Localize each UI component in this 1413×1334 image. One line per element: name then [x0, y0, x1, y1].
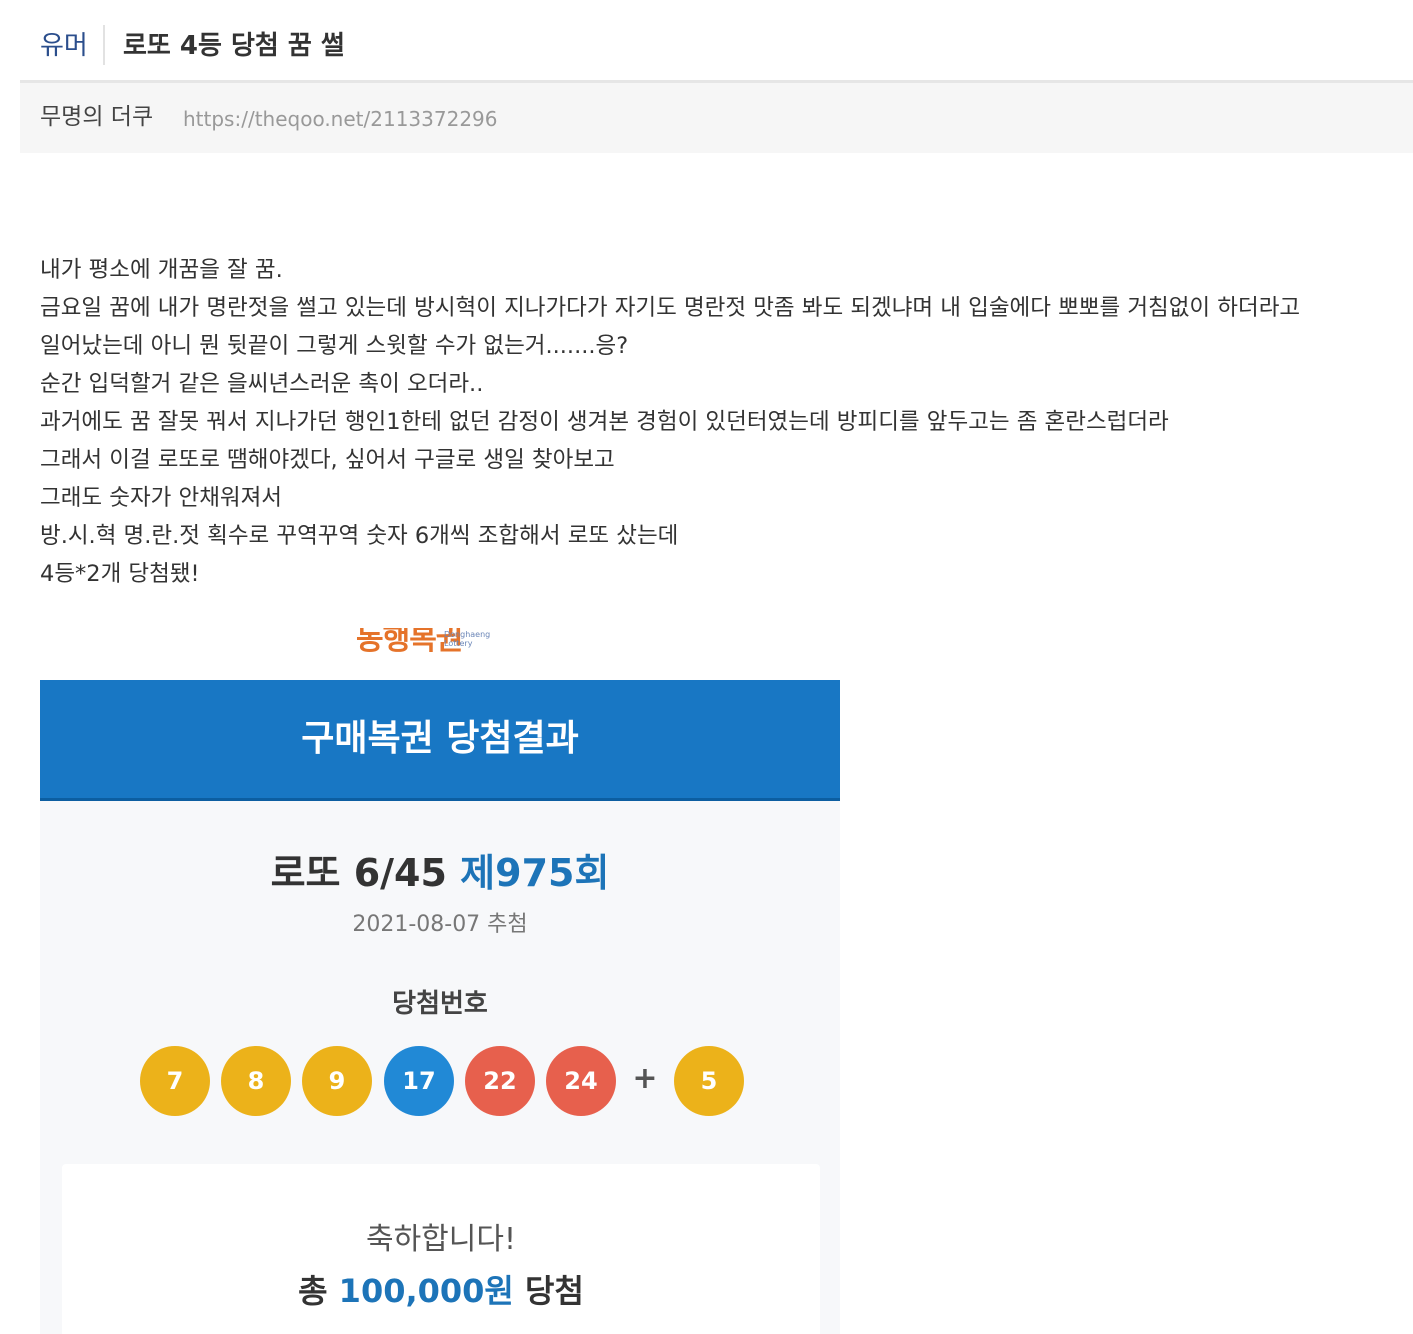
- post-meta: 무명의 더쿠 https://theqoo.net/2113372296: [20, 83, 1413, 153]
- total-prize: 총 100,000원 당첨: [62, 1266, 820, 1312]
- number-ball: 17: [384, 1046, 454, 1116]
- body-line: 금요일 꿈에 내가 명란젓을 썰고 있는데 방시혁이 지나가다가 자기도 명란젓…: [40, 295, 1301, 321]
- post-body: 내가 평소에 개꿈을 잘 꿈. 금요일 꿈에 내가 명란젓을 썰고 있는데 방시…: [40, 251, 1413, 593]
- lotto-result-image: 동행복권 Donghaeng Lottery 구매복권 당첨결과 로또 6/45…: [40, 628, 840, 1334]
- winning-numbers-label: 당첨번호: [392, 989, 488, 1019]
- body-line: 방.시.혁 명.란.젓 획수로 꾸역꾸역 숫자 6개씩 조합해서 로또 샀는데: [40, 523, 679, 549]
- category-link[interactable]: 유머: [40, 26, 88, 66]
- body-line: 그래서 이걸 로또로 땜해야겠다, 싶어서 구글로 생일 찾아보고: [40, 447, 615, 473]
- number-ball: 8: [221, 1046, 291, 1116]
- bonus-ball: 5: [674, 1046, 744, 1116]
- number-ball: 9: [302, 1046, 372, 1116]
- draw-title: 로또 6/45 제975회: [40, 842, 840, 897]
- author-name: 무명의 더쿠: [40, 104, 154, 130]
- body-line: 그래도 숫자가 안채워져서: [40, 485, 283, 511]
- total-prefix: 총: [298, 1272, 328, 1310]
- banner-title: 구매복권 당첨결과: [301, 718, 579, 759]
- body-line: 내가 평소에 개꿈을 잘 꿈.: [40, 257, 283, 283]
- number-ball: 7: [140, 1046, 210, 1116]
- post-header: 유머 로또 4등 당첨 꿈 썰: [20, 0, 1413, 83]
- plus-icon: +: [632, 1061, 658, 1096]
- body-line: 4등*2개 당첨됐!: [40, 561, 200, 587]
- draw-number: 제975회: [460, 851, 610, 895]
- lotto-logo-area: 동행복권 Donghaeng Lottery: [40, 628, 840, 680]
- lottery-logo: 동행복권 Donghaeng Lottery: [356, 628, 506, 657]
- header-divider: [103, 25, 105, 65]
- post-title: 로또 4등 당첨 꿈 썰: [123, 31, 345, 61]
- prize-card: 축하합니다! 총 100,000원 당첨: [62, 1164, 820, 1334]
- congrats-text: 축하합니다!: [365, 1222, 517, 1257]
- body-line: 일어났는데 아니 뭔 뒷끝이 그렇게 스윗할 수가 없는거.......응?: [40, 333, 629, 359]
- body-line: 순간 입덕할거 같은 을씨년스러운 촉이 오더라..: [40, 371, 484, 397]
- draw-date: 2021-08-07 추첨: [352, 912, 528, 937]
- number-ball: 22: [465, 1046, 535, 1116]
- number-ball: 24: [546, 1046, 616, 1116]
- post-url-link[interactable]: https://theqoo.net/2113372296: [183, 101, 498, 137]
- logo-subtext: Donghaeng Lottery: [444, 630, 491, 648]
- result-banner: 구매복권 당첨결과: [40, 680, 840, 801]
- total-suffix: 당첨: [525, 1272, 584, 1310]
- game-name: 로또 6/45: [270, 851, 447, 895]
- body-line: 과거에도 꿈 잘못 꿔서 지나가던 행인1한테 없던 감정이 생겨본 경험이 있…: [40, 409, 1169, 435]
- prize-amount: 100,000원: [338, 1272, 514, 1310]
- winning-numbers: 7 8 9 17 22 24 + 5: [40, 1046, 840, 1116]
